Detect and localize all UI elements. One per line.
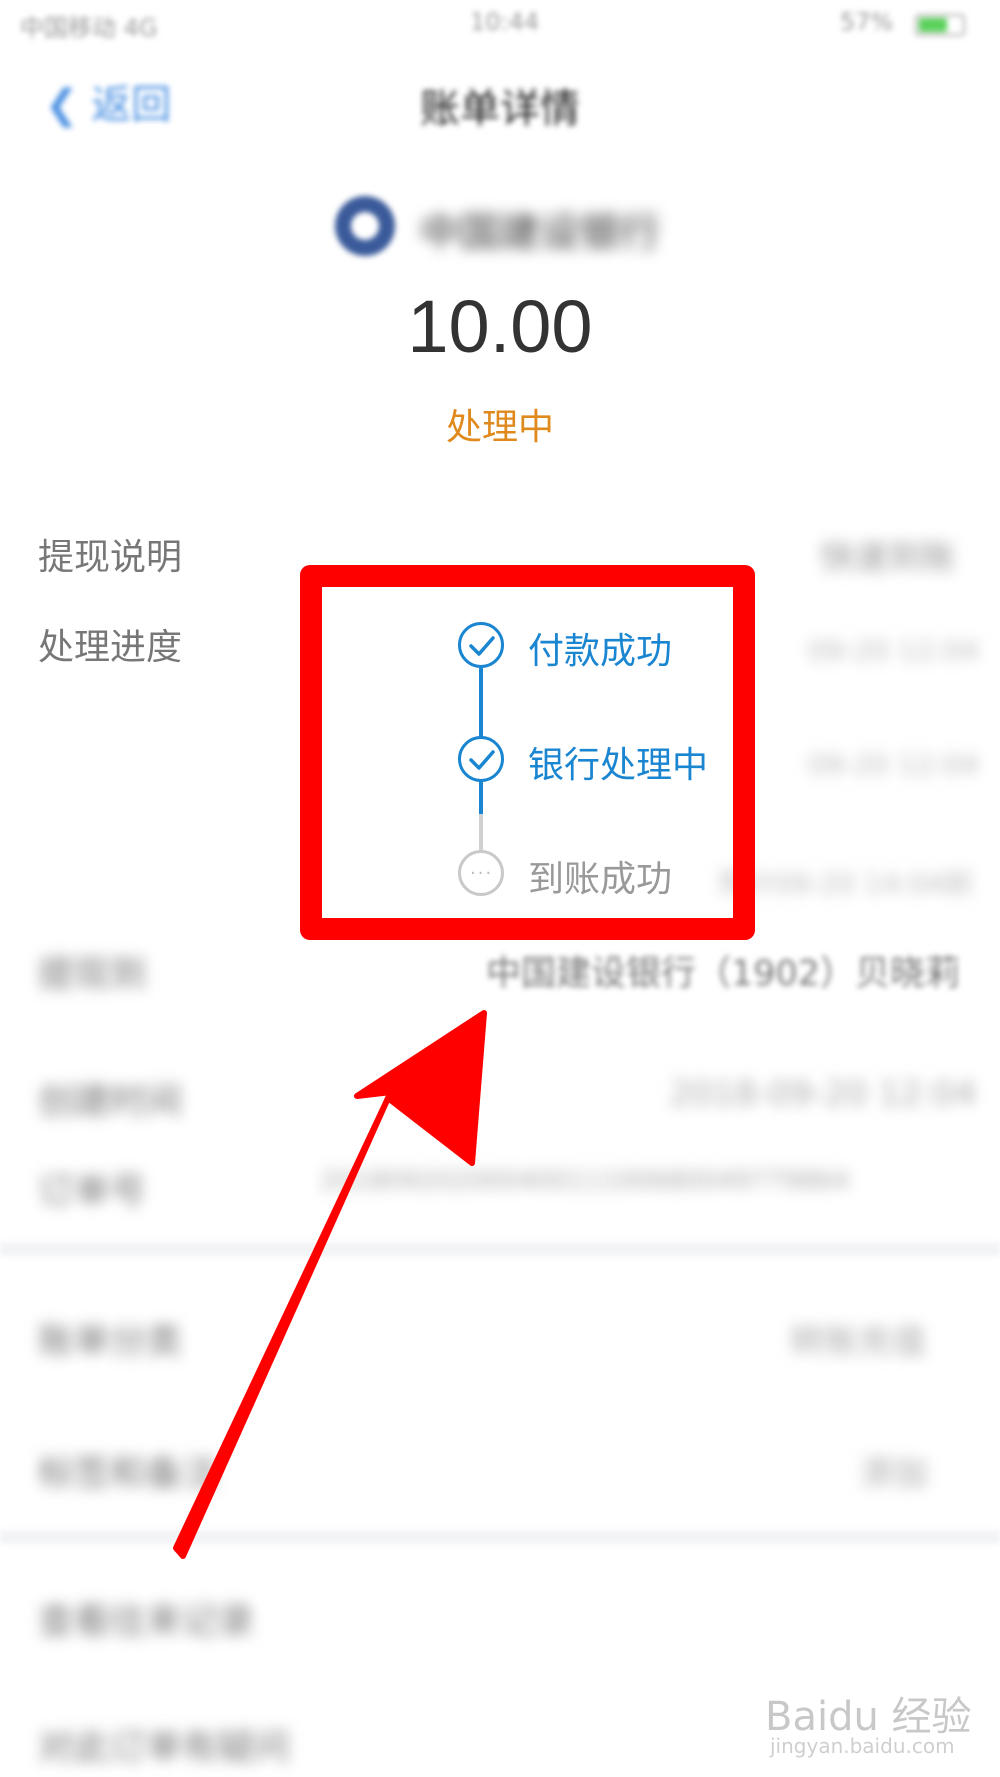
withdraw-label: 提现说明 xyxy=(38,537,183,578)
page-title: 账单详情 xyxy=(420,86,580,132)
withdraw-to-label: 提现到 xyxy=(38,954,147,995)
progress-label: 处理进度 xyxy=(38,627,183,668)
annotation-box xyxy=(300,565,755,940)
order-label: 订单号 xyxy=(38,1171,147,1212)
step-time: 预计09-20 14:04前 xyxy=(718,867,973,900)
battery-percent: 57% xyxy=(840,8,894,36)
step-time: 09-20 12:04 xyxy=(808,634,979,667)
status-text: 处理中 xyxy=(445,407,554,448)
withdraw-value: 快速到账 xyxy=(820,538,956,578)
section-divider xyxy=(0,1530,1000,1544)
create-time-value: 2018-09-20 12:04 xyxy=(670,1074,977,1114)
order-value: 20180920200040011100680049779864 xyxy=(320,1166,850,1196)
section-divider xyxy=(0,1242,1000,1256)
bank-logo-icon xyxy=(335,196,395,256)
create-time-label: 创建时间 xyxy=(38,1081,183,1122)
withdraw-to-value: 中国建设银行（1902）贝晓莉 xyxy=(486,954,961,994)
amount: 10.00 xyxy=(407,285,593,368)
bank-name: 中国建设银行 xyxy=(420,210,660,256)
menu-category-value[interactable]: 转账充值 xyxy=(790,1314,926,1363)
menu-tag-label[interactable]: 标签和备注 xyxy=(38,1444,218,1496)
status-bar: 中国移动 4G 10:44 57% xyxy=(0,0,1000,50)
clock: 10:44 xyxy=(470,8,540,36)
battery-icon xyxy=(915,14,965,36)
watermark-url: jingyan.baidu.com xyxy=(770,1734,955,1758)
menu-category-label[interactable]: 账单分类 xyxy=(38,1312,182,1364)
menu-tag-value[interactable]: 添加 xyxy=(860,1446,928,1495)
menu-history[interactable]: 查看往来记录 xyxy=(38,1592,254,1644)
menu-question[interactable]: 对此订单有疑问 xyxy=(38,1718,290,1770)
carrier-label: 中国移动 4G xyxy=(20,14,158,42)
step-time: 09-20 12:04 xyxy=(808,748,979,781)
